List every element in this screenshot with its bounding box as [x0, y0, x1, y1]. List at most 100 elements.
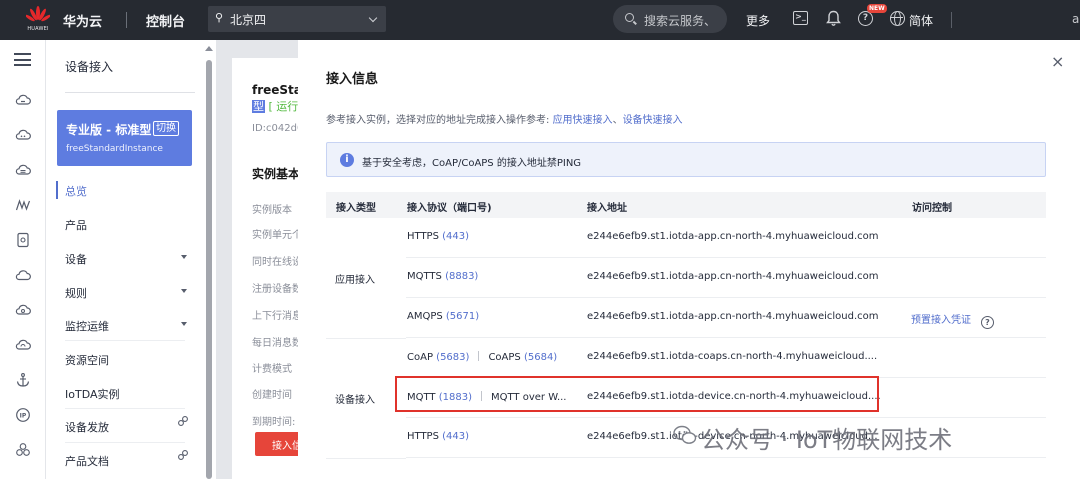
cloud-console-icon[interactable]	[15, 127, 31, 143]
notification-bell-icon[interactable]	[826, 10, 841, 27]
search-placeholder: 搜索云服务、	[644, 14, 717, 28]
info-label: 计费模式	[252, 364, 292, 375]
user-account[interactable]: a	[1072, 12, 1079, 26]
instance-id: ID:c042d0	[252, 123, 304, 134]
hint-separator: 、	[612, 115, 623, 126]
device-quick-access-link[interactable]: 设备快速接入	[623, 115, 683, 126]
sidebar-title: 设备接入	[65, 60, 114, 74]
hint-text: 参考接入实例，选择对应的地址完成接入操作参考:	[326, 115, 550, 126]
instance-type-tag: 型	[252, 100, 265, 113]
divider	[65, 92, 195, 93]
ip-icon[interactable]: IP	[15, 407, 31, 423]
access-type-app: 应用接入	[335, 275, 375, 286]
sidebar-item-device[interactable]: 设备	[65, 251, 87, 267]
new-badge: NEW	[867, 4, 887, 13]
instance-card[interactable]: 专业版 - 标准型 切换 freeStandardInstance	[57, 110, 192, 166]
service-search-input[interactable]: 搜索云服务、	[613, 5, 727, 33]
region-label: 北京四	[230, 13, 267, 27]
access-type-device: 设备接入	[335, 395, 375, 406]
address-cell[interactable]: e244e6efb9.st1.iotda-app.cn-north-4.myhu…	[587, 231, 879, 242]
instance-name: freeStandardInstance	[66, 144, 163, 154]
top-navigation-bar: HUAWEI 华为云 控制台 ⚲ 北京四 搜索云服务、 更多 >_ ? NEW …	[0, 0, 1080, 40]
chevron-down-icon[interactable]	[181, 289, 187, 293]
chevron-down-icon[interactable]	[181, 255, 187, 259]
address-cell[interactable]: e244e6efb9.st1.iotda-app.cn-north-4.myhu…	[587, 271, 879, 282]
section-title: 实例基本	[252, 167, 301, 181]
chevron-down-icon[interactable]	[181, 322, 187, 326]
sidebar-item-docs[interactable]: 产品文档	[65, 453, 109, 469]
cloud-sync-icon[interactable]	[15, 337, 31, 353]
divider	[126, 12, 127, 28]
scrollbar-thumb[interactable]	[206, 60, 212, 479]
address-cell[interactable]: e244e6efb9.st1.iotda-coaps.cn-north-4.my…	[587, 351, 877, 362]
instance-edition: 专业版 - 标准型	[66, 123, 152, 137]
column-header-type: 接入类型	[336, 203, 376, 214]
language-switch[interactable]: 简体	[909, 12, 933, 29]
huawei-logo[interactable]: HUAWEI	[23, 6, 53, 34]
column-header-access-control: 访问控制	[912, 203, 952, 214]
wechat-icon	[673, 425, 697, 444]
instance-type-line: 型 [ 运行	[252, 98, 298, 114]
location-pin-icon: ⚲	[215, 11, 224, 24]
logo-wordmark: HUAWEI	[27, 26, 49, 32]
cloud-service-icon[interactable]	[15, 92, 31, 108]
protocol-cell: HTTPS (443)	[407, 231, 470, 242]
protocol-cell: CoAP (5683) CoAPS (5684)	[407, 351, 558, 363]
help-icon[interactable]: ?	[858, 11, 873, 26]
preset-credential-link[interactable]: 预置接入凭证	[911, 315, 971, 326]
watermark-text: 公众号 · IoT物联网技术	[701, 426, 953, 454]
divider	[65, 340, 185, 341]
anchor-icon[interactable]	[15, 372, 31, 388]
sidebar-item-rules[interactable]: 规则	[65, 285, 87, 301]
cloud-db-icon[interactable]	[15, 162, 31, 178]
switch-instance-button[interactable]: 切换	[153, 121, 179, 136]
huawei-petals-icon	[26, 6, 50, 22]
table-row: CoAP (5683) CoAPS (5684) e244e6efb9.st1.i…	[406, 338, 1046, 378]
protocol-cell: HTTPS (443)	[407, 431, 470, 442]
cloud-settings-icon[interactable]	[15, 302, 31, 318]
svg-text:IP: IP	[20, 413, 27, 420]
external-link-icon[interactable]	[177, 415, 189, 427]
sidebar-item-device-provisioning[interactable]: 设备发放	[65, 419, 109, 435]
trend-icon[interactable]	[15, 197, 31, 213]
brand-name[interactable]: 华为云	[63, 11, 102, 30]
sidebar-item-iotda-instance[interactable]: IoTDA实例	[65, 386, 120, 402]
divider	[951, 12, 952, 28]
chevron-down-icon	[368, 13, 378, 23]
sidebar-item-resource-space[interactable]: 资源空间	[65, 352, 109, 368]
sidebar-item-monitoring[interactable]: 监控运维	[65, 318, 109, 334]
external-link-icon[interactable]	[177, 449, 189, 461]
info-label: 实例版本	[252, 205, 292, 216]
access-info-drawer: 接入信息 × 参考接入实例，选择对应的地址完成接入操作参考: 应用快速接入、设备…	[298, 40, 1080, 479]
cloud-shell-icon[interactable]: >_	[793, 11, 808, 25]
table-row: HTTPS (443) e244e6efb9.st1.iotda-app.cn-…	[406, 218, 1046, 258]
help-icon[interactable]: ?	[981, 316, 994, 329]
triangle-nodes-icon[interactable]	[15, 442, 31, 458]
address-cell[interactable]: e244e6efb9.st1.iotda-app.cn-north-4.myhu…	[587, 311, 879, 322]
console-link[interactable]: 控制台	[146, 11, 185, 30]
service-sidebar: 设备接入 专业版 - 标准型 切换 freeStandardInstance 总…	[46, 40, 216, 479]
table-row: AMQPS (5671) e244e6efb9.st1.iotda-app.cn…	[406, 298, 1046, 338]
active-indicator	[56, 181, 58, 199]
more-menu[interactable]: 更多	[746, 12, 770, 29]
app-quick-access-link[interactable]: 应用快速接入	[553, 115, 613, 126]
service-icon-rail: IP	[0, 40, 46, 479]
drawer-hint: 参考接入实例，选择对应的地址完成接入操作参考: 应用快速接入、设备快速接入	[326, 111, 683, 126]
access-control-cell: 预置接入凭证?	[911, 311, 994, 329]
info-label: 实例单元个	[252, 230, 302, 241]
region-selector[interactable]: ⚲ 北京四	[208, 6, 386, 32]
cloud-outline-icon[interactable]	[15, 267, 31, 283]
close-icon[interactable]: ×	[1051, 54, 1064, 70]
info-label: 创建时间	[252, 390, 292, 401]
device-icon[interactable]	[15, 232, 31, 248]
info-icon: i	[340, 153, 354, 167]
scroll-up-arrow-icon[interactable]	[205, 46, 213, 51]
sidebar-scrollbar[interactable]	[204, 46, 214, 479]
table-row: MQTTS (8883) e244e6efb9.st1.iotda-app.cn…	[406, 258, 1046, 298]
menu-icon[interactable]	[14, 53, 31, 66]
divider	[326, 458, 406, 459]
sidebar-item-overview[interactable]: 总览	[65, 183, 87, 199]
sidebar-item-product[interactable]: 产品	[65, 217, 87, 233]
protocol-cell: AMQPS (5671)	[407, 311, 480, 322]
globe-icon[interactable]	[890, 11, 905, 26]
